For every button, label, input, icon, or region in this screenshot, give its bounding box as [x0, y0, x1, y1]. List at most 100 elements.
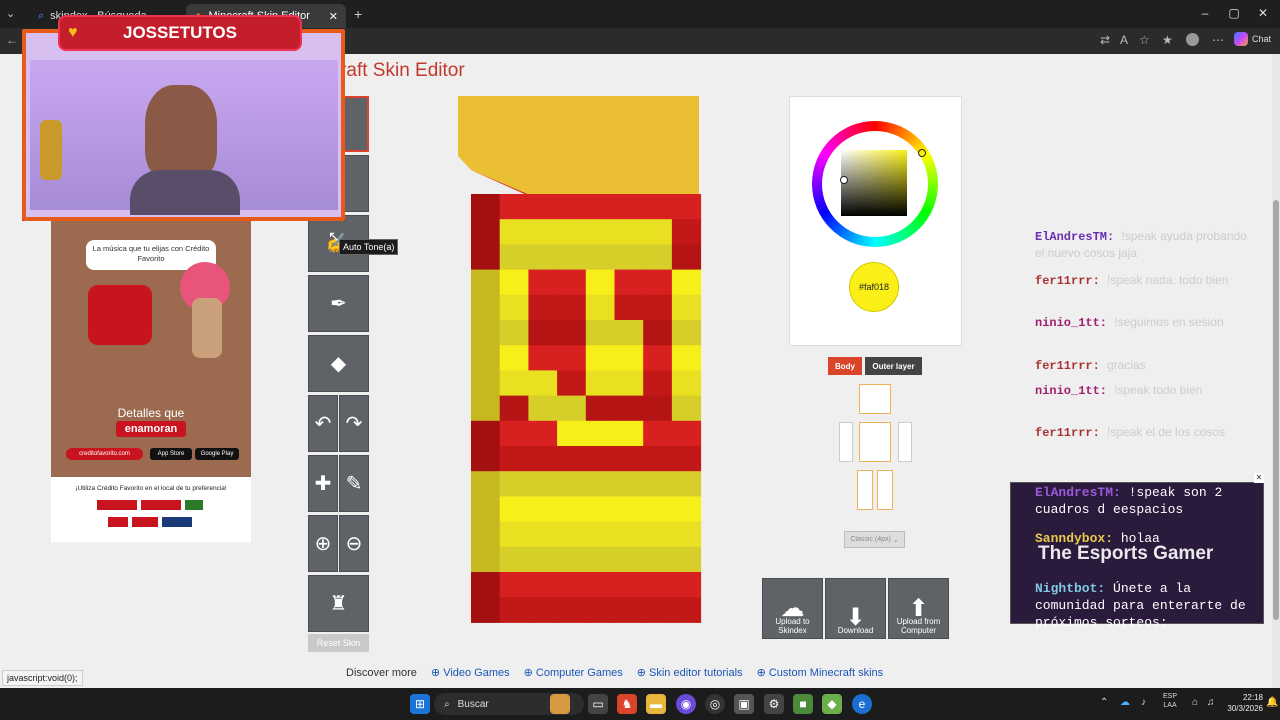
skin-pixel[interactable]: [499, 572, 529, 598]
skin-pixel[interactable]: [557, 345, 587, 371]
read-aloud-icon[interactable]: A: [1120, 33, 1128, 47]
skin-pixel[interactable]: [614, 420, 644, 447]
skin-pixel[interactable]: [471, 546, 501, 573]
maximize-button[interactable]: ▢: [1224, 6, 1244, 20]
skin-pixel[interactable]: [557, 420, 587, 447]
download-button[interactable]: ⬇ Download: [825, 578, 886, 639]
skin-pixel[interactable]: [499, 395, 529, 422]
color-hex-swatch[interactable]: #faf018: [849, 262, 899, 312]
skin-pixel[interactable]: [499, 345, 529, 371]
translate-icon[interactable]: ⇄: [1100, 33, 1110, 47]
skin-pixel[interactable]: [671, 446, 702, 472]
link-computer-games[interactable]: ⊕ Computer Games: [524, 666, 623, 679]
part-right-arm[interactable]: [839, 422, 853, 462]
discord-icon[interactable]: ◉: [676, 694, 696, 714]
google-play-badge[interactable]: Google Play: [195, 448, 239, 460]
skin-pixel[interactable]: [528, 370, 558, 397]
bucket-tool-button[interactable]: ◆: [308, 335, 369, 392]
skin-pixel[interactable]: [585, 194, 615, 220]
skin-pixel[interactable]: [643, 546, 673, 573]
scrollbar-thumb[interactable]: [1273, 200, 1279, 620]
file-explorer-icon[interactable]: ▬: [646, 694, 666, 714]
body-layer-button[interactable]: Body: [828, 357, 862, 375]
overlay-close-icon[interactable]: ✕: [1254, 473, 1264, 483]
skin-pixel[interactable]: [643, 496, 673, 523]
skin-pixel[interactable]: [643, 370, 673, 397]
skin-pixel[interactable]: [671, 294, 702, 321]
app-store-badge[interactable]: App Store: [150, 448, 192, 460]
skin-pixel[interactable]: [557, 269, 587, 296]
skin-pixel[interactable]: [585, 395, 615, 422]
minimize-button[interactable]: –: [1195, 6, 1215, 20]
skin-pixel[interactable]: [499, 269, 529, 296]
skin-pixel[interactable]: [471, 345, 501, 371]
darken-button[interactable]: ✚: [308, 455, 338, 512]
link-video-games[interactable]: ⊕ Video Games: [431, 666, 510, 679]
skin-pixel[interactable]: [643, 269, 673, 296]
chat-label[interactable]: Chat: [1252, 34, 1271, 44]
skin-pixel[interactable]: [557, 496, 587, 523]
skin-pixel[interactable]: [614, 244, 644, 271]
clock[interactable]: 22:18 30/3/2026: [1225, 692, 1263, 714]
lighten-button[interactable]: ✎: [339, 455, 369, 512]
skin-pixel[interactable]: [471, 521, 501, 548]
brave-icon[interactable]: ♞: [617, 694, 637, 714]
skin-pixel[interactable]: [471, 496, 501, 523]
skin-pixel[interactable]: [528, 194, 558, 220]
skin-pixel[interactable]: [528, 496, 558, 523]
skin-pixel[interactable]: [557, 395, 587, 422]
skin-pixel[interactable]: [585, 345, 615, 371]
network-icon[interactable]: ⌂: [1192, 697, 1198, 708]
store-icon[interactable]: ▣: [734, 694, 754, 714]
skin-pixel[interactable]: [585, 521, 615, 548]
skin-pixel[interactable]: [528, 320, 558, 346]
upload-from-computer-button[interactable]: ⬆ Upload from Computer: [888, 578, 949, 639]
skin-pixel[interactable]: [671, 244, 702, 271]
redo-button[interactable]: ↷: [339, 395, 369, 452]
reset-skin-button[interactable]: Reset Skin: [308, 634, 369, 652]
skin-pixel[interactable]: [671, 597, 702, 623]
skin-pixel[interactable]: [499, 244, 529, 271]
skin-pixel[interactable]: [499, 446, 529, 472]
skin-pixel[interactable]: [557, 294, 587, 321]
new-tab-button[interactable]: +: [354, 6, 362, 22]
back-icon[interactable]: ←: [6, 33, 18, 47]
close-window-button[interactable]: ✕: [1253, 6, 1273, 20]
onedrive-icon[interactable]: ☁: [1120, 697, 1130, 708]
skin-pixel[interactable]: [528, 219, 558, 245]
eyedropper-tool-button[interactable]: ✒: [308, 275, 369, 332]
skin-pixel[interactable]: [471, 471, 501, 497]
skin-pixel[interactable]: [471, 572, 501, 598]
skin-pixel[interactable]: [671, 496, 702, 523]
skin-pixel[interactable]: [557, 320, 587, 346]
ad-url[interactable]: creditofavorito.com: [66, 448, 143, 460]
skin-pixel[interactable]: [671, 521, 702, 548]
skin-pixel[interactable]: [471, 320, 501, 346]
skin-pixel[interactable]: [585, 446, 615, 472]
skin-pixel[interactable]: [614, 597, 644, 623]
part-left-leg[interactable]: [877, 470, 893, 510]
task-view-icon[interactable]: ▭: [588, 694, 608, 714]
skin-pixel[interactable]: [557, 471, 587, 497]
skin-pixel[interactable]: [643, 420, 673, 447]
body-parts-toggle-button[interactable]: ♜: [308, 575, 369, 632]
skin-pixel[interactable]: [557, 446, 587, 472]
link-skin-editor-tutorials[interactable]: ⊕ Skin editor tutorials: [637, 666, 743, 679]
skin-pixel[interactable]: [585, 420, 615, 447]
skin-pixel[interactable]: [499, 546, 529, 573]
skin-pixel[interactable]: [585, 471, 615, 497]
skin-pixel[interactable]: [471, 446, 501, 472]
part-torso[interactable]: [859, 422, 891, 462]
skin-pixel[interactable]: [671, 471, 702, 497]
skin-pixel[interactable]: [671, 269, 702, 296]
skin-pixel[interactable]: [557, 219, 587, 245]
hue-handle[interactable]: [918, 149, 926, 157]
skin-pixel[interactable]: [528, 345, 558, 371]
skin-pixel[interactable]: [585, 244, 615, 271]
widget-icon[interactable]: [550, 694, 570, 714]
skin-pixel[interactable]: [585, 320, 615, 346]
skin-pixel[interactable]: [471, 370, 501, 397]
skin-pixel[interactable]: [643, 244, 673, 271]
more-menu-icon[interactable]: ⋯: [1212, 33, 1224, 47]
skin-pixel[interactable]: [499, 370, 529, 397]
